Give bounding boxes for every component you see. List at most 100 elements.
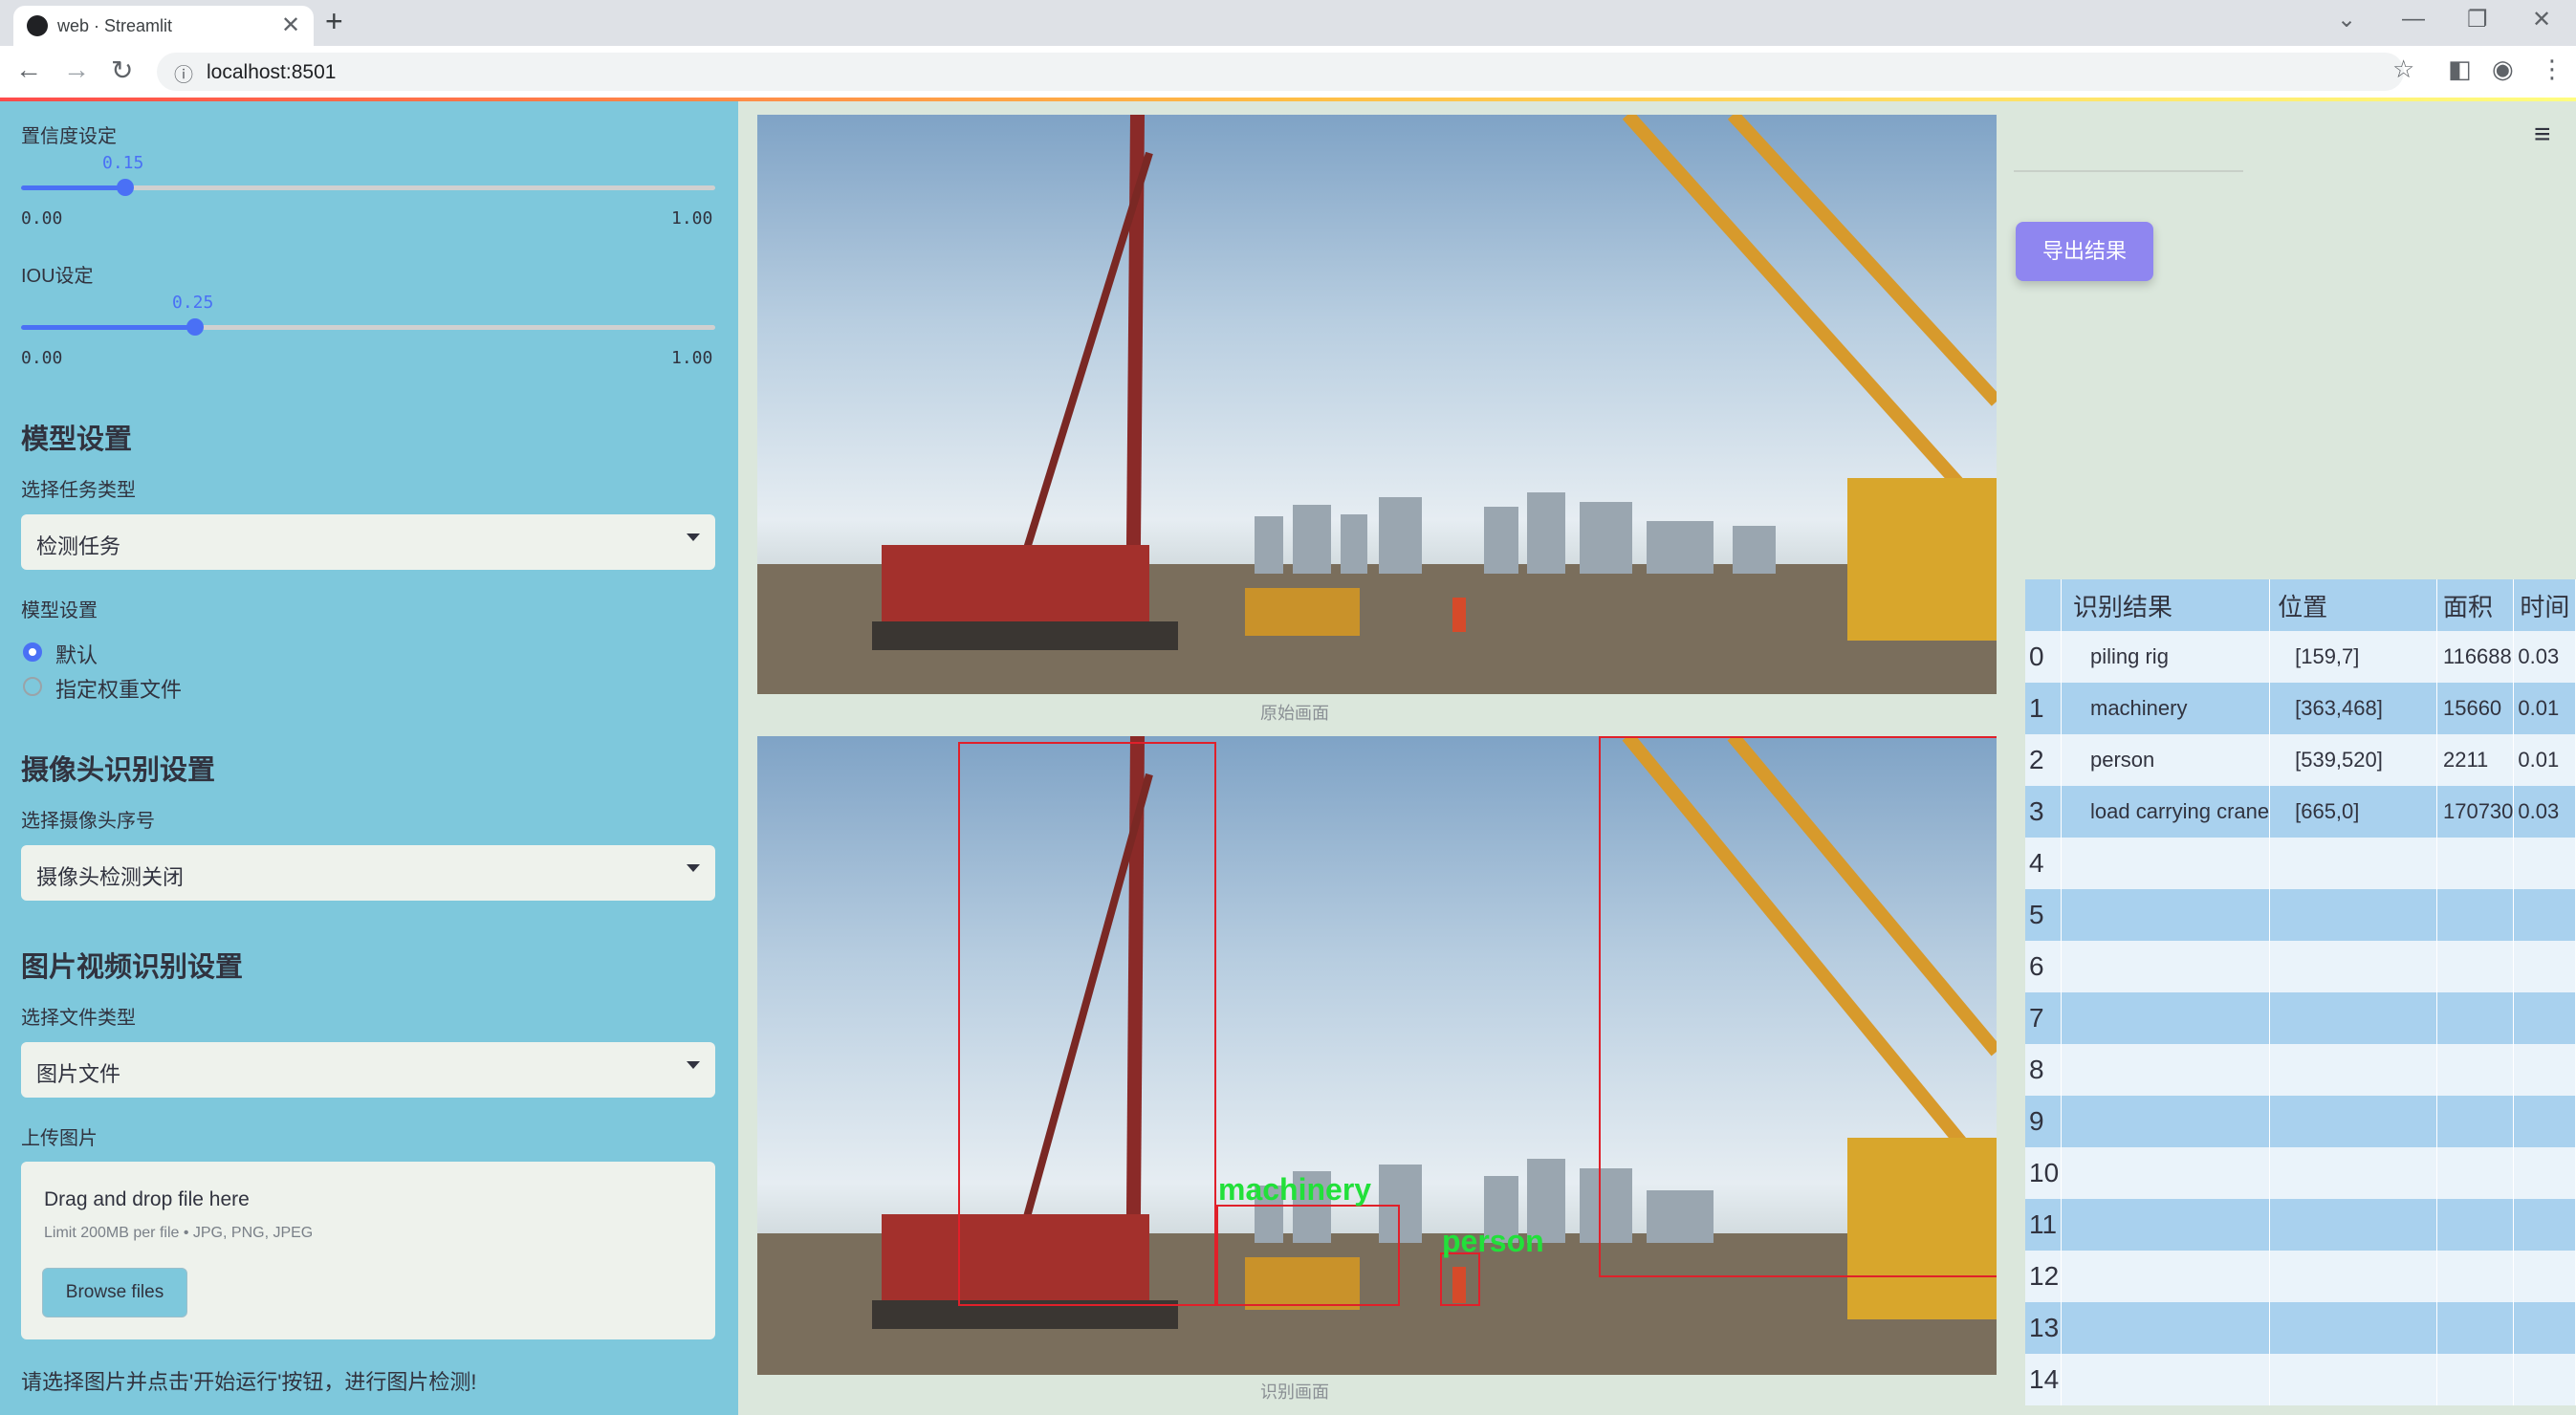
- row-result: [2061, 1302, 2271, 1354]
- radio-default-label[interactable]: 默认: [55, 639, 98, 669]
- result-caption: 识别画面: [1260, 1382, 1329, 1402]
- table-row[interactable]: 7: [2025, 992, 2576, 1044]
- row-index: 10: [2025, 1147, 2062, 1199]
- piling-rig-body-shape: [882, 545, 1149, 631]
- table-row[interactable]: 0 piling rig [159,7] 116688 0.03: [2025, 631, 2576, 683]
- task-type-select[interactable]: 检测任务: [21, 514, 715, 570]
- file-type-select[interactable]: 图片文件: [21, 1042, 715, 1098]
- row-position: [2269, 1199, 2437, 1251]
- browser-menu-icon[interactable]: ⋮: [2540, 54, 2565, 84]
- iou-value: 0.25: [172, 293, 214, 313]
- row-time: [2513, 1147, 2576, 1199]
- row-result: [2061, 1199, 2271, 1251]
- row-area: [2436, 1302, 2515, 1354]
- table-row[interactable]: 8: [2025, 1044, 2576, 1096]
- row-area: [2436, 992, 2515, 1044]
- skyline-shapes: [1255, 492, 1776, 574]
- original-image: [757, 115, 1997, 694]
- table-row[interactable]: 1 machinery [363,468] 15660 0.01: [2025, 683, 2576, 734]
- radio-custom-weights[interactable]: [23, 677, 42, 696]
- row-position: [2269, 838, 2437, 889]
- row-result: load carrying crane: [2061, 786, 2271, 838]
- iou-label: IOU设定: [21, 266, 94, 287]
- radio-default[interactable]: [23, 642, 42, 662]
- row-time: 0.01: [2513, 734, 2576, 786]
- restore-icon[interactable]: ❐: [2467, 6, 2488, 33]
- iou-slider-thumb[interactable]: [186, 318, 204, 336]
- confidence-slider[interactable]: [21, 179, 715, 196]
- row-result: [2061, 838, 2271, 889]
- row-time: [2513, 941, 2576, 992]
- streamlit-favicon-icon: [27, 15, 48, 36]
- bookmark-star-icon[interactable]: ☆: [2392, 54, 2414, 84]
- tab-title: web · Streamlit: [57, 16, 173, 35]
- file-uploader-dropzone[interactable]: Drag and drop file here Limit 200MB per …: [21, 1162, 715, 1339]
- table-row[interactable]: 5: [2025, 889, 2576, 941]
- side-panel-icon[interactable]: ◧: [2448, 54, 2472, 84]
- crane-cab-shape: [1847, 478, 1997, 641]
- table-row[interactable]: 3 load carrying crane [665,0] 170730 0.03: [2025, 786, 2576, 838]
- task-type-label: 选择任务类型: [21, 480, 136, 501]
- iou-slider[interactable]: [21, 318, 715, 336]
- row-time: [2513, 992, 2576, 1044]
- row-index: 13: [2025, 1302, 2062, 1354]
- chevron-down-icon: [687, 1061, 700, 1069]
- row-area: [2436, 1251, 2515, 1302]
- browse-files-button[interactable]: Browse files: [42, 1268, 187, 1317]
- address-bar[interactable]: ⓘ localhost:8501: [157, 53, 2404, 91]
- reload-icon[interactable]: ↻: [111, 54, 133, 86]
- row-time: [2513, 1096, 2576, 1147]
- row-area: [2436, 1354, 2515, 1405]
- camera-index-select[interactable]: 摄像头检测关闭: [21, 845, 715, 901]
- table-row[interactable]: 14: [2025, 1354, 2576, 1405]
- row-result: person: [2061, 734, 2271, 786]
- row-result: [2061, 889, 2271, 941]
- detection-label-machinery: machinery: [1218, 1172, 1372, 1207]
- table-row[interactable]: 9: [2025, 1096, 2576, 1147]
- table-row[interactable]: 2 person [539,520] 2211 0.01: [2025, 734, 2576, 786]
- row-area: 170730: [2436, 786, 2515, 838]
- row-position: [2269, 1302, 2437, 1354]
- close-window-icon[interactable]: ✕: [2532, 6, 2551, 33]
- forward-icon[interactable]: →: [63, 54, 90, 85]
- back-icon[interactable]: ←: [15, 54, 42, 85]
- tab-close-icon[interactable]: ✕: [281, 11, 300, 39]
- piling-rig-tracks-shape: [872, 621, 1178, 650]
- table-row[interactable]: 6: [2025, 941, 2576, 992]
- browser-toolbar: ← → ↻ ⓘ localhost:8501 ☆ ◧ ◉ ⋮: [0, 46, 2576, 98]
- site-info-icon[interactable]: ⓘ: [174, 59, 193, 87]
- row-position: [665,0]: [2269, 786, 2437, 838]
- table-row[interactable]: 11: [2025, 1199, 2576, 1251]
- task-type-value: 检测任务: [36, 534, 121, 558]
- new-tab-icon[interactable]: +: [325, 4, 343, 39]
- iou-slider-fill: [21, 325, 195, 330]
- row-result: [2061, 992, 2271, 1044]
- file-type-label: 选择文件类型: [21, 1008, 136, 1029]
- file-type-value: 图片文件: [36, 1062, 121, 1086]
- row-result: [2061, 1044, 2271, 1096]
- hamburger-menu-icon[interactable]: ≡: [2534, 119, 2551, 151]
- tab-search-chevron-icon[interactable]: ⌄: [2337, 6, 2356, 33]
- export-results-button[interactable]: 导出结果: [2016, 222, 2153, 281]
- minimize-icon[interactable]: —: [2402, 6, 2425, 33]
- col-header-index: [2025, 579, 2062, 631]
- row-result: piling rig: [2061, 631, 2271, 683]
- confidence-slider-thumb[interactable]: [117, 179, 134, 196]
- confidence-value: 0.15: [102, 153, 144, 173]
- row-position: [2269, 1251, 2437, 1302]
- chevron-down-icon: [687, 864, 700, 872]
- table-row[interactable]: 10: [2025, 1147, 2576, 1199]
- browser-tab[interactable]: web · Streamlit ✕: [13, 6, 314, 46]
- person-shape: [1452, 598, 1466, 632]
- divider: [2014, 170, 2243, 172]
- upload-label: 上传图片: [21, 1128, 98, 1149]
- table-row[interactable]: 4: [2025, 838, 2576, 889]
- url-text[interactable]: localhost:8501: [207, 61, 336, 84]
- table-row[interactable]: 13: [2025, 1302, 2576, 1354]
- table-row[interactable]: 12: [2025, 1251, 2576, 1302]
- profile-avatar-icon[interactable]: ◉: [2492, 54, 2514, 84]
- radio-custom-weights-label[interactable]: 指定权重文件: [55, 673, 182, 704]
- confidence-label: 置信度设定: [21, 126, 117, 147]
- row-area: 2211: [2436, 734, 2515, 786]
- row-area: [2436, 889, 2515, 941]
